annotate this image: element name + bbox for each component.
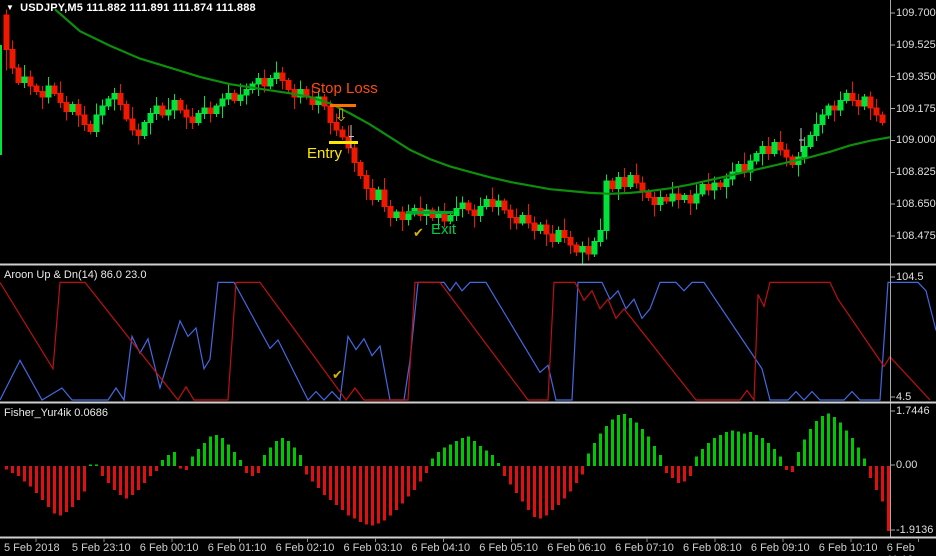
aroon-indicator-label: Aroon Up & Dn(14) 86.0 23.0 xyxy=(4,269,147,281)
exit-check-icon: ✔ xyxy=(413,225,424,240)
aroon-down-line xyxy=(0,281,931,402)
down-arrow-icon: ⇩ xyxy=(334,106,349,125)
exit-label: Exit xyxy=(431,221,457,238)
symbol-ohlc-text: USDJPY,M5 111.882 111.891 111.874 111.88… xyxy=(20,2,256,14)
mt4-chart-window: ▼ USDJPY,M5 111.882 111.891 111.874 111.8… xyxy=(0,0,936,556)
time-axis-label: 6 Feb 07:10 xyxy=(615,542,674,554)
exit-line xyxy=(406,211,453,214)
time-axis-label: 6 Feb 06:10 xyxy=(547,542,606,554)
price-axis-label: 109.175 xyxy=(896,102,936,115)
time-axis-label: 6 Feb 10:10 xyxy=(818,542,878,554)
time-axis-label: 6 Feb 08:10 xyxy=(683,542,742,554)
fisher-axis-label: 0.00 xyxy=(896,459,918,471)
time-axis-label: 6 Feb 04:10 xyxy=(411,542,471,554)
price-axis-label: 108.650 xyxy=(896,198,936,211)
aroon-axis-label: 104.5 xyxy=(896,271,924,283)
fisher-axis-label: 1.7446 xyxy=(896,405,930,417)
time-axis-label: 5 Feb 23:10 xyxy=(71,542,131,554)
fisher-axis-label: -1.9136 xyxy=(896,524,934,536)
symbol-dropdown-icon[interactable]: ▼ xyxy=(6,3,14,12)
price-axis-label: 108.825 xyxy=(896,166,936,179)
time-axis-label: 6 Feb 09:10 xyxy=(750,542,810,554)
fisher-histogram xyxy=(5,413,890,531)
aroon-up-line xyxy=(0,281,936,402)
entry-label: Entry xyxy=(307,145,343,162)
time-axis-label: 6 Feb 02:10 xyxy=(275,542,335,554)
time-axis-label: 6 Feb 03:10 xyxy=(343,542,403,554)
aroon-check-icon: ✔ xyxy=(332,367,343,382)
price-axis-label: 108.475 xyxy=(896,229,936,242)
time-axis-label: 6 Feb 05:10 xyxy=(479,542,539,554)
price-axis-label: 109.700 xyxy=(896,7,936,19)
time-axis-label: 5 Feb 2018 xyxy=(4,542,60,554)
entry-line xyxy=(329,141,358,144)
stop-loss-label: Stop Loss xyxy=(311,80,378,97)
price-axis-label: 109.000 xyxy=(896,134,936,147)
price-axis-label: 109.350 xyxy=(896,70,936,83)
symbol-title: ▼ USDJPY,M5 111.882 111.891 111.874 111.8… xyxy=(6,2,256,14)
price-axis-label: 109.525 xyxy=(896,38,936,51)
aroon-lines xyxy=(0,281,936,402)
aroon-axis-label: 4.5 xyxy=(896,391,912,403)
fisher-indicator-label: Fisher_Yur4ik 0.0686 xyxy=(4,407,108,419)
time-axis-label: 6 Feb 01:10 xyxy=(207,542,267,554)
time-axis-label: 6 Feb 11:10 xyxy=(886,542,915,556)
time-axis-label: 6 Feb 00:10 xyxy=(139,542,199,554)
